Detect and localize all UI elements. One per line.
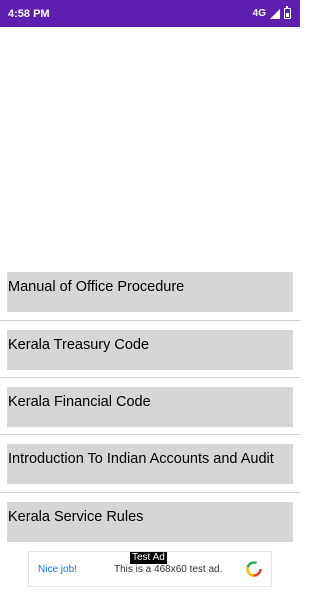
battery-icon <box>284 6 291 19</box>
menu-item-label: Kerala Service Rules <box>8 509 144 525</box>
menu-item-manual-office-procedure[interactable]: Manual of Office Procedure <box>7 272 293 312</box>
menu-item-financial-code[interactable]: Kerala Financial Code <box>7 387 293 427</box>
divider <box>0 492 300 493</box>
ad-label-badge: Test Ad <box>130 552 167 564</box>
menu-item-label: Kerala Treasury Code <box>8 337 150 353</box>
menu-item-label: Kerala Financial Code <box>8 394 151 410</box>
menu-item-label: Introduction To Indian Accounts and Audi… <box>8 451 274 467</box>
ad-logo-icon <box>246 561 262 577</box>
divider <box>0 377 300 378</box>
ad-cta[interactable]: Nice job! <box>38 564 77 575</box>
menu-item-label: Manual of Office Procedure <box>8 279 185 295</box>
divider <box>0 434 300 435</box>
network-type: 4G <box>252 8 266 19</box>
menu-item-indian-accounts-audit[interactable]: Introduction To Indian Accounts and Audi… <box>7 444 293 484</box>
ad-text: This is a 468x60 test ad. <box>114 564 223 575</box>
menu-item-service-rules[interactable]: Kerala Service Rules <box>7 502 293 542</box>
signal-icon <box>270 8 280 19</box>
status-time: 4:58 PM <box>8 7 50 20</box>
menu-item-treasury-code[interactable]: Kerala Treasury Code <box>7 330 293 370</box>
status-bar: 4:58 PM 4G <box>0 0 300 27</box>
status-icons: 4G <box>252 6 291 19</box>
divider <box>0 320 300 321</box>
